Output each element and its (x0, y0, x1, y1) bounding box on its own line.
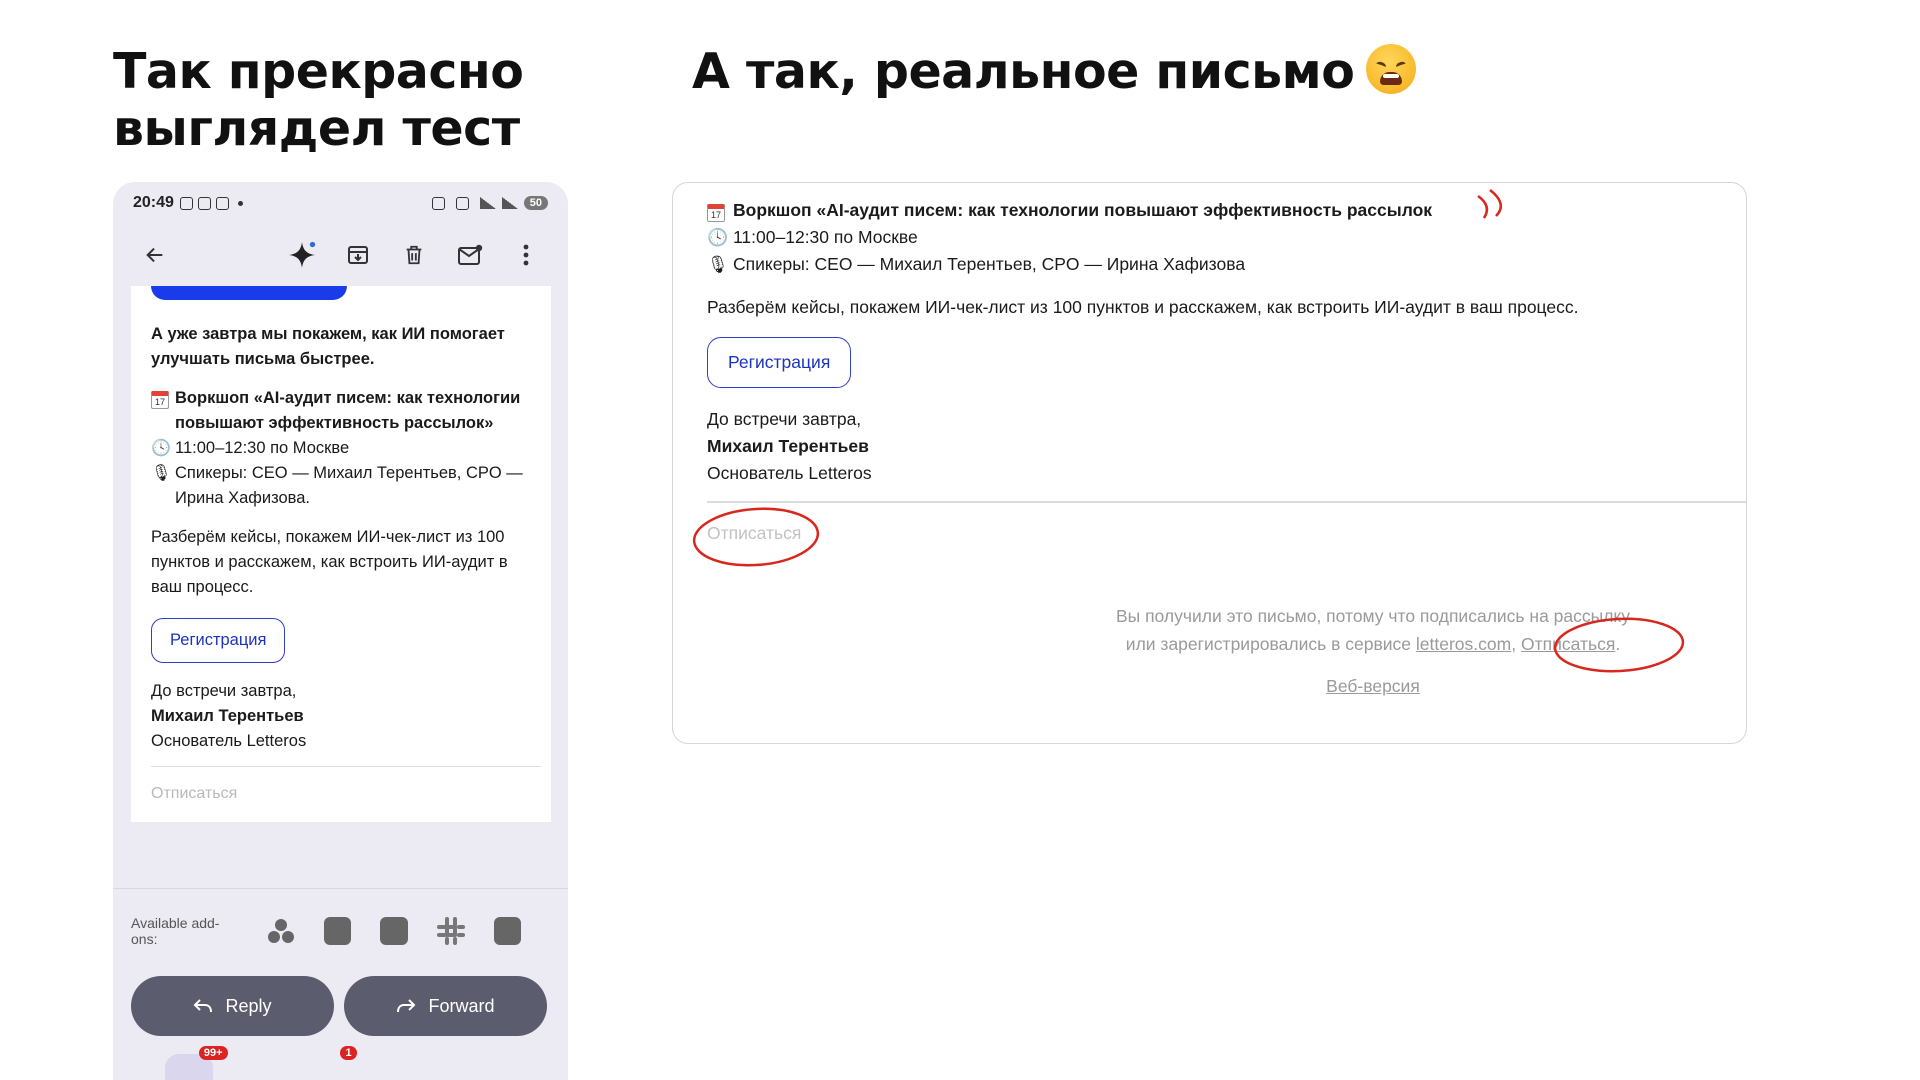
event-title: Воркшоп «AI-аудит писем: как технологии … (733, 200, 1433, 220)
divider (151, 766, 541, 767)
more-vert-icon[interactable] (498, 235, 554, 275)
more-dot-icon (237, 200, 243, 206)
forward-label: Forward (428, 995, 495, 1016)
key-icon (431, 196, 445, 210)
status-time: 20:49 (133, 194, 174, 211)
closing-text: До встречи завтра, (151, 682, 297, 700)
footer-line2: или зарегистрировались в сервисе lettero… (1125, 634, 1621, 654)
sender-name: Михаил Терентьев (707, 436, 869, 456)
closing-text: До встречи завтра, (707, 409, 862, 429)
addon-asana-icon[interactable] (267, 917, 295, 945)
event-speakers-row: 🎙 Спикеры: CEO — Михаил Терентьев, CPO —… (151, 461, 541, 511)
event-title-row: 17 Воркшоп «AI-аудит писем: как технолог… (151, 386, 541, 436)
sender-name: Михаил Терентьев (151, 707, 304, 725)
reply-label: Reply (225, 995, 272, 1016)
signature: До встречи завтра, Михаил Терентьев Осно… (707, 406, 1727, 487)
register-button[interactable]: Регистрация (707, 337, 852, 388)
nav-chat-tab[interactable]: 1 (316, 1046, 364, 1080)
addon-trello-icon[interactable] (323, 917, 352, 945)
battery-icon: 50 (523, 196, 548, 210)
calendar-icon: 17 (151, 386, 175, 436)
addon-zoom-icon[interactable] (380, 917, 408, 945)
status-right: 50 (431, 196, 548, 210)
signature: До встречи завтра, Михаил Терентьев Осно… (151, 679, 541, 754)
addon-video-icon[interactable] (493, 917, 521, 945)
mute-icon (455, 196, 469, 210)
slide-title-left: Так прекрасно выглядел тест (113, 43, 673, 157)
sender-role: Основатель Letteros (707, 463, 872, 483)
screenshot-icon (179, 196, 193, 210)
footer-line2-prefix: или зарегистрировались в сервисе (1125, 634, 1412, 654)
reply-button[interactable]: Reply (131, 976, 334, 1036)
event-info: 17 Воркшоп «AI-аудит писем: как технолог… (151, 386, 541, 511)
divider (707, 501, 1746, 503)
status-bar: 20:49 50 (113, 182, 568, 224)
bottom-navigation: 99+ 1 (113, 1042, 568, 1080)
clock-icon: 🕓 (151, 440, 171, 457)
reply-icon (194, 999, 213, 1013)
footer-line1: Вы получили это письмо, потому что подпи… (1115, 606, 1631, 626)
phone-screenshot: 20:49 50 А уже завтра мы покажем, как ИИ… (113, 182, 568, 1080)
mail-intro: А уже завтра мы покажем, как ИИ помогает… (151, 325, 505, 368)
forward-button[interactable]: Forward (344, 976, 547, 1036)
sender-role: Основатель Letteros (151, 732, 307, 750)
email-footer: Вы получили это письмо, потому что подпи… (1113, 602, 1633, 658)
mail-body: А уже завтра мы покажем, как ИИ помогает… (151, 322, 541, 806)
web-version-link[interactable]: Веб-версия (1113, 676, 1633, 697)
mail-content-card: А уже завтра мы покажем, как ИИ помогает… (131, 286, 551, 822)
reply-actions: Reply Forward (131, 976, 547, 1036)
addons-bar: Available add-ons: (113, 888, 568, 947)
mark-unread-icon[interactable] (442, 235, 498, 275)
unsubscribe-link[interactable]: Отписаться (151, 781, 541, 806)
delete-icon[interactable] (386, 235, 442, 275)
event-speakers: Спикеры: CEO — Михаил Терентьев, CPO — И… (733, 254, 1246, 274)
title-left-line1: Так прекрасно (113, 43, 524, 100)
event-title-row: 17 Воркшоп «AI-аудит писем: как технолог… (707, 197, 1727, 224)
mail-description: Разберём кейсы, покажем ИИ-чек-лист из 1… (151, 528, 508, 596)
title-right-text: А так, реальное письмо (692, 43, 1355, 100)
mail-toolbar (113, 224, 568, 286)
microphone-icon: 🎙 (707, 255, 729, 274)
clock-icon: 🕓 (707, 228, 729, 247)
slide-title-right: А так, реальное письмо (692, 43, 1592, 100)
addon-slack-icon[interactable] (436, 917, 465, 945)
email-body: 17 Воркшоп «AI-аудит писем: как технолог… (707, 197, 1727, 487)
event-time: 11:00–12:30 по Москве (175, 439, 350, 457)
footer-unsubscribe-link[interactable]: Отписаться (1521, 634, 1615, 654)
event-title: Воркшоп «AI-аудит писем: как технологии … (175, 389, 521, 432)
event-time-row: 🕓 11:00–12:30 по Москве (151, 436, 541, 461)
nav-mail-tab[interactable]: 99+ (164, 1046, 228, 1080)
email-description: Разберём кейсы, покажем ИИ-чек-лист из 1… (707, 297, 1579, 317)
register-button[interactable]: Регистрация (151, 618, 286, 663)
forward-icon (397, 999, 416, 1013)
nav-meet-tab[interactable] (468, 1054, 516, 1080)
event-time-row: 🕓 11:00–12:30 по Москве (707, 224, 1727, 251)
back-arrow-icon[interactable] (127, 235, 183, 275)
mail-badge: 99+ (198, 1046, 228, 1060)
message-icon (215, 196, 229, 210)
microphone-icon: 🎙 (151, 465, 172, 482)
unsubscribe-link[interactable]: Отписаться (707, 523, 801, 544)
letteros-link[interactable]: letteros.com (1416, 634, 1511, 654)
weary-face-icon (1366, 44, 1417, 94)
addons-label: Available add-ons: (131, 915, 220, 947)
wifi-icon (479, 197, 496, 209)
notification-icon (197, 196, 211, 210)
calendar-icon: 17 (707, 197, 733, 224)
event-speakers: Спикеры: CEO — Михаил Терентьев, CPO — И… (175, 464, 523, 507)
event-time: 11:00–12:30 по Москве (733, 227, 918, 247)
chat-badge: 1 (340, 1046, 357, 1060)
signal-icon (501, 197, 518, 209)
event-speakers-row: 🎙 Спикеры: CEO — Михаил Терентьев, CPO —… (707, 251, 1727, 278)
archive-icon[interactable] (330, 235, 386, 275)
title-left-line2: выглядел тест (113, 100, 520, 157)
gemini-sparkle-icon[interactable] (274, 235, 330, 275)
cut-off-button[interactable] (151, 286, 347, 300)
real-email-screenshot: 17 Воркшоп «AI-аудит писем: как технолог… (672, 182, 1747, 744)
